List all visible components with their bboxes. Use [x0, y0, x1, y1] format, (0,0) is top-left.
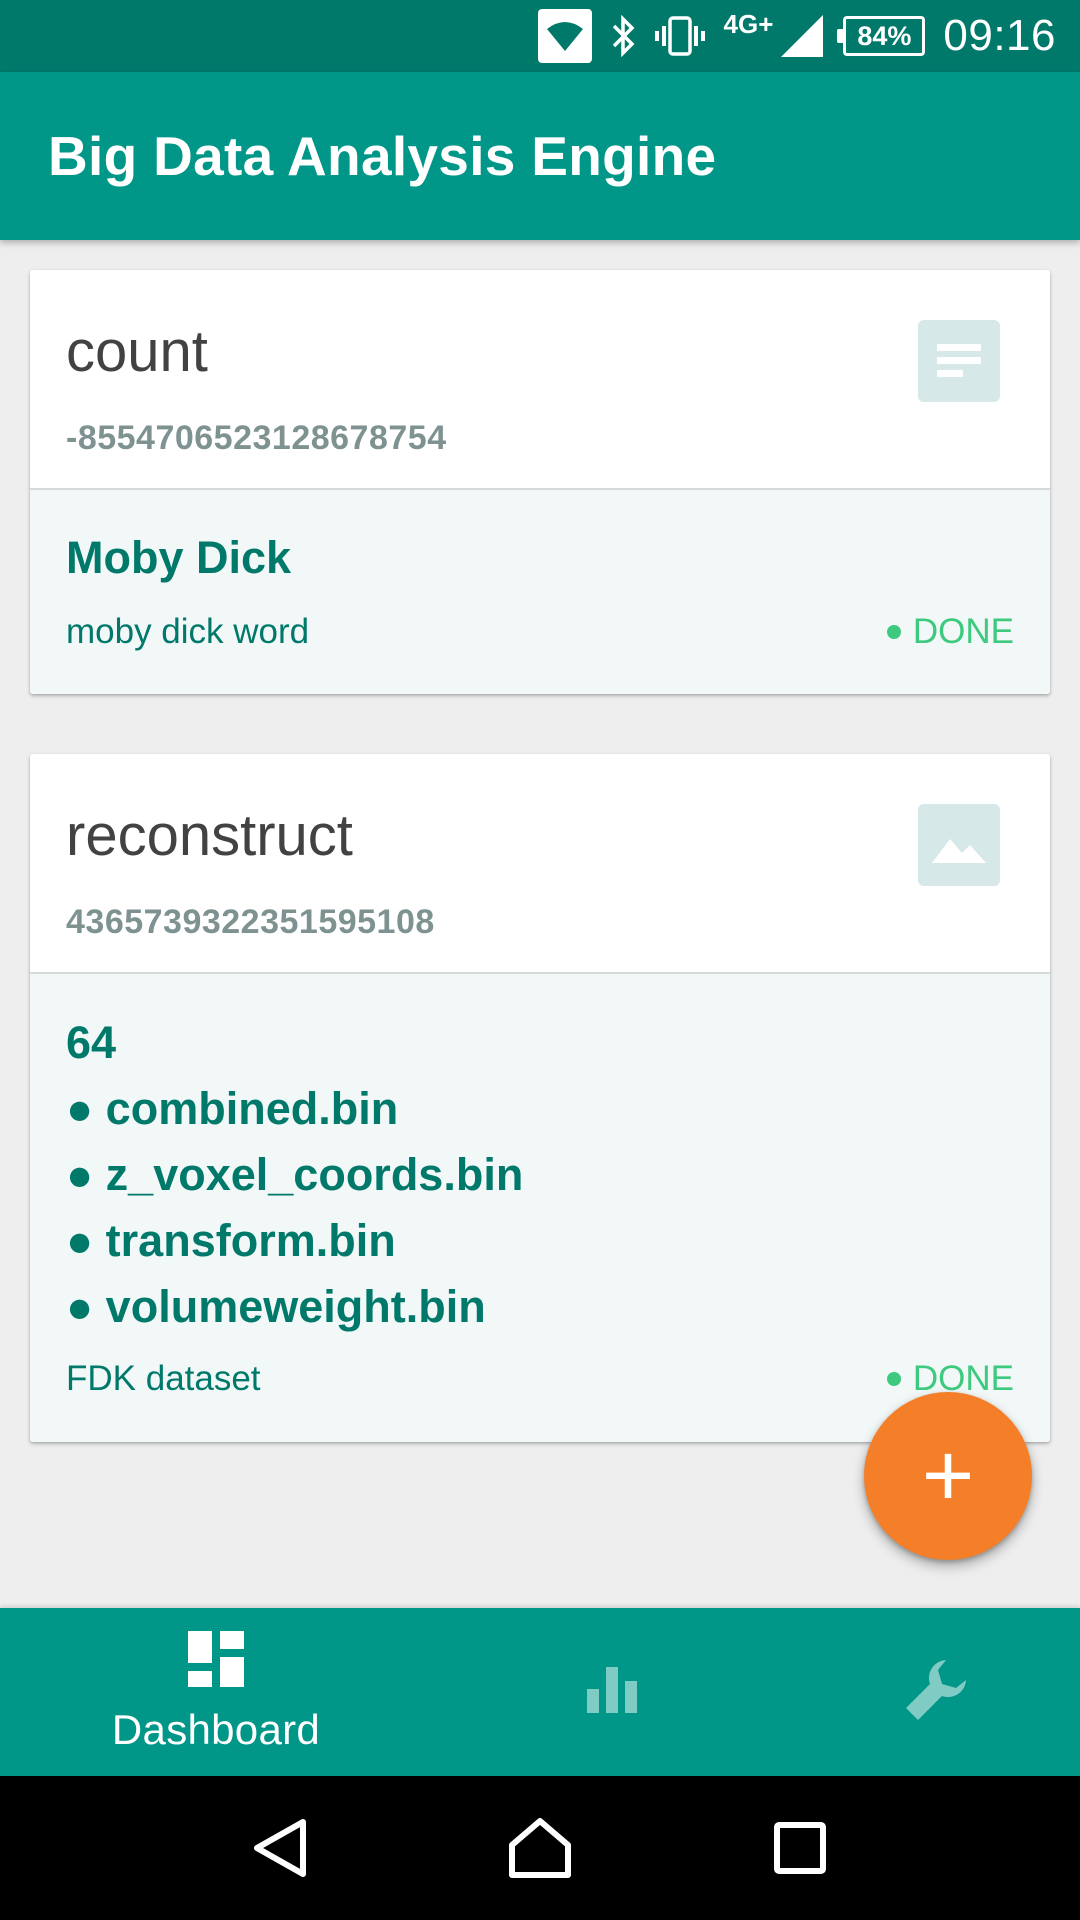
image-icon — [918, 804, 1000, 886]
bottom-navigation: Dashboard — [0, 1608, 1080, 1776]
status-label: DONE — [912, 612, 1014, 651]
clock: 09:16 — [943, 11, 1056, 60]
plus-icon: + — [921, 1426, 975, 1526]
file-list-item: ● combined.bin — [66, 1083, 399, 1134]
system-navigation-bar — [0, 1776, 1080, 1920]
dashboard-icon — [188, 1630, 244, 1692]
vibrate-icon — [654, 14, 706, 58]
card-body: 64 ● combined.bin ● z_voxel_coords.bin ●… — [30, 974, 1050, 1442]
app-bar: Big Data Analysis Engine — [0, 72, 1080, 240]
job-card[interactable]: reconstruct 4365739322351595108 64 ● com… — [30, 754, 1050, 1442]
bluetooth-icon — [610, 15, 636, 57]
file-list-item: ● transform.bin — [66, 1215, 396, 1266]
nav-item-statistics[interactable] — [432, 1608, 792, 1776]
job-id: -8554706523128678754 — [66, 419, 447, 457]
wifi-icon — [537, 9, 592, 63]
status-dot-icon — [886, 625, 901, 639]
nav-item-dashboard[interactable]: Dashboard — [0, 1608, 432, 1776]
dataset-description: moby dick word — [66, 612, 310, 651]
status-dot-icon — [886, 1372, 901, 1386]
job-id: 4365739322351595108 — [66, 903, 435, 941]
card-body: Moby Dick moby dick word DONE — [30, 490, 1050, 694]
nav-label-dashboard: Dashboard — [111, 1705, 321, 1753]
network-type-label: 4G+ — [723, 8, 774, 39]
dataset-description: FDK dataset — [66, 1359, 261, 1398]
card-header: reconstruct 4365739322351595108 — [30, 754, 1050, 974]
back-icon[interactable] — [235, 1803, 325, 1893]
file-list-item: ● volumeweight.bin — [66, 1281, 486, 1332]
status-badge: DONE — [886, 612, 1014, 652]
recents-icon[interactable] — [755, 1803, 845, 1893]
battery-indicator: 84% — [837, 16, 926, 56]
card-header: count -8554706523128678754 — [30, 270, 1050, 490]
job-name: count — [66, 319, 208, 384]
dataset-title: Moby Dick — [66, 532, 292, 583]
dataset-title: 64 — [66, 1017, 117, 1068]
nav-item-tools[interactable] — [792, 1608, 1080, 1776]
job-name: reconstruct — [66, 803, 353, 868]
wrench-icon — [902, 1656, 970, 1729]
job-card[interactable]: count -8554706523128678754 Moby Dick mob… — [30, 270, 1050, 694]
add-job-button[interactable]: + — [864, 1392, 1032, 1560]
home-icon[interactable] — [495, 1803, 585, 1893]
signal-icon — [779, 13, 825, 59]
dataset-files: 64 ● combined.bin ● z_voxel_coords.bin ●… — [66, 1010, 1014, 1340]
app-title: Big Data Analysis Engine — [48, 125, 717, 187]
battery-level: 84% — [857, 20, 912, 51]
document-icon — [918, 320, 1000, 402]
bar-chart-icon — [587, 1666, 637, 1718]
file-list-item: ● z_voxel_coords.bin — [66, 1149, 524, 1200]
status-bar: 4G+ 84% 09:16 — [0, 0, 1080, 72]
